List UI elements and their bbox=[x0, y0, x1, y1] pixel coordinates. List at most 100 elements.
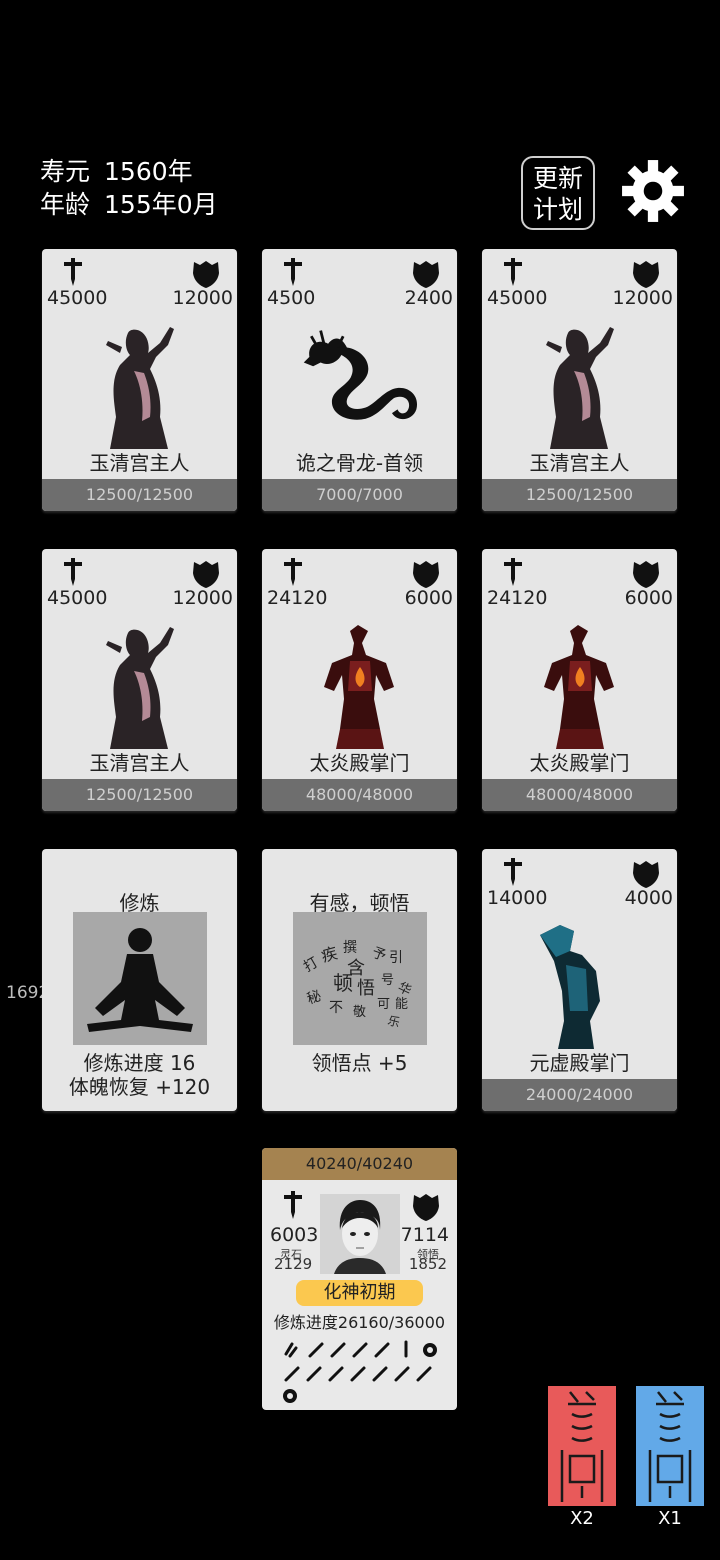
enemy-name: 太炎殿掌门 bbox=[309, 751, 410, 775]
svg-text:不: 不 bbox=[329, 1000, 343, 1016]
svg-text:悟: 悟 bbox=[357, 978, 375, 999]
insight-points: 领悟点 +5 bbox=[311, 1051, 408, 1075]
cultivate-event-card[interactable]: 修炼 修炼进度 16 体魄恢复 +120 bbox=[42, 849, 237, 1111]
age-value: 155年0月 bbox=[104, 190, 218, 219]
svg-text:撰: 撰 bbox=[343, 940, 357, 956]
svg-text:秘: 秘 bbox=[305, 988, 324, 1008]
enemy-card[interactable]: 24120 6000 太炎殿掌门 48000/48000 bbox=[482, 549, 677, 811]
shield-icon bbox=[631, 559, 661, 589]
sword-icon bbox=[282, 557, 304, 587]
enemy-card[interactable]: 45000 12000 玉清宫主人 12500/12500 bbox=[42, 549, 237, 811]
shield-icon bbox=[191, 559, 221, 589]
enemy-card[interactable]: 4500 2400 诡之骨龙-首领 7000/7000 bbox=[262, 249, 457, 511]
hp-bar: 12500/12500 bbox=[42, 779, 237, 811]
robed-cultivator-portrait bbox=[90, 621, 190, 749]
update-plan-label: 更新 计划 bbox=[532, 164, 583, 224]
sword-icon bbox=[62, 257, 84, 287]
sword-icon bbox=[282, 257, 304, 287]
shield-icon bbox=[631, 259, 661, 289]
shield-icon bbox=[631, 859, 661, 889]
blue-talisman-icon[interactable] bbox=[636, 1386, 704, 1506]
red-talisman-icon[interactable] bbox=[548, 1386, 616, 1506]
flame-master-portrait bbox=[310, 621, 410, 749]
lifespan-row: 寿元 1560年 bbox=[40, 156, 193, 188]
defense-value: 6000 bbox=[404, 587, 453, 609]
svg-text:可: 可 bbox=[377, 997, 390, 1012]
player-avatar bbox=[320, 1194, 400, 1274]
svg-text:疾: 疾 bbox=[319, 943, 339, 965]
shield-icon bbox=[191, 259, 221, 289]
lifespan-label: 寿元 bbox=[40, 157, 91, 186]
red-talisman-count: X2 bbox=[570, 1508, 594, 1529]
defense-value: 12000 bbox=[172, 287, 233, 309]
enemy-name: 玉清宫主人 bbox=[529, 451, 630, 475]
attack-value: 24120 bbox=[487, 587, 548, 609]
meditation-icon bbox=[73, 912, 207, 1045]
svg-text:乐: 乐 bbox=[386, 1013, 401, 1030]
hp-bar: 48000/48000 bbox=[262, 779, 457, 811]
attack-value: 45000 bbox=[47, 287, 108, 309]
sword-icon bbox=[62, 557, 84, 587]
skill-icons bbox=[283, 1340, 437, 1403]
enemy-name: 诡之骨龙-首领 bbox=[295, 451, 424, 475]
update-plan-button[interactable]: 更新 计划 bbox=[521, 156, 595, 230]
svg-text:顿: 顿 bbox=[333, 971, 353, 995]
player-attack: 6003 bbox=[270, 1224, 319, 1246]
calligraphy-icon: 疾 撰 予 引 打 含 顿 悟 号 华 秘 不 敬 可 能 乐 bbox=[293, 912, 427, 1045]
cultivation-progress: 修炼进度26160/36000 bbox=[273, 1313, 446, 1332]
defense-value: 6000 bbox=[624, 587, 673, 609]
svg-text:敬: 敬 bbox=[353, 1004, 366, 1020]
svg-text:引: 引 bbox=[389, 950, 403, 966]
shield-icon bbox=[411, 559, 441, 589]
shield-icon bbox=[411, 1192, 441, 1222]
enemy-name: 元虚殿掌门 bbox=[529, 1051, 630, 1075]
insight-event-card[interactable]: 有感，顿悟 疾 撰 予 引 打 含 顿 悟 号 华 秘 不 敬 可 能 乐 领悟… bbox=[262, 849, 457, 1111]
attack-value: 45000 bbox=[487, 287, 548, 309]
enemy-card[interactable]: 45000 12000 玉清宫主人 12500/12500 bbox=[482, 249, 677, 511]
hp-bar: 48000/48000 bbox=[482, 779, 677, 811]
hp-bar: 12500/12500 bbox=[482, 479, 677, 511]
age-row: 年龄 155年0月 bbox=[40, 189, 218, 221]
svg-text:予: 予 bbox=[370, 945, 389, 965]
blue-talisman-count: X1 bbox=[658, 1508, 682, 1529]
age-label: 年龄 bbox=[40, 190, 91, 219]
body-recovery: 体魄恢复 +120 bbox=[68, 1075, 211, 1099]
svg-text:打: 打 bbox=[301, 954, 322, 976]
bone-dragon-portrait bbox=[300, 321, 422, 449]
enemy-name: 玉清宫主人 bbox=[89, 451, 190, 475]
attack-value: 14000 bbox=[487, 887, 548, 909]
player-hp-bar: 40240/40240 bbox=[262, 1148, 457, 1180]
hp-bar: 24000/24000 bbox=[482, 1079, 677, 1111]
sword-icon bbox=[282, 1190, 304, 1220]
attack-value: 4500 bbox=[267, 287, 316, 309]
hp-bar: 7000/7000 bbox=[262, 479, 457, 511]
enemy-card[interactable]: 45000 12000 玉清宫主人 12500/12500 bbox=[42, 249, 237, 511]
defense-value: 4000 bbox=[624, 887, 673, 909]
enemy-name: 玉清宫主人 bbox=[89, 751, 190, 775]
fan-master-portrait bbox=[530, 921, 630, 1049]
robed-cultivator-portrait bbox=[90, 321, 190, 449]
flame-master-portrait bbox=[530, 621, 630, 749]
enemy-card[interactable]: 14000 4000 元虚殿掌门 24000/24000 bbox=[482, 849, 677, 1111]
defense-value: 12000 bbox=[172, 587, 233, 609]
realm-badge: 化神初期 bbox=[296, 1280, 423, 1306]
svg-text:能: 能 bbox=[395, 997, 408, 1012]
player-defense: 7114 bbox=[400, 1224, 449, 1246]
sword-icon bbox=[502, 857, 524, 887]
svg-text:号: 号 bbox=[381, 973, 394, 988]
insight-value: 1852 bbox=[408, 1255, 447, 1273]
spirit-stone-value: 2129 bbox=[274, 1255, 313, 1273]
sword-icon bbox=[502, 257, 524, 287]
robed-cultivator-portrait bbox=[530, 321, 630, 449]
player-card[interactable]: 40240/40240 6003 7114 灵石 2129 领悟 1852 化神… bbox=[262, 1148, 457, 1410]
attack-value: 24120 bbox=[267, 587, 328, 609]
defense-value: 2400 bbox=[404, 287, 453, 309]
lifespan-value: 1560年 bbox=[104, 157, 193, 186]
gear-icon[interactable] bbox=[620, 158, 686, 224]
sword-icon bbox=[502, 557, 524, 587]
hp-bar: 12500/12500 bbox=[42, 479, 237, 511]
defense-value: 12000 bbox=[612, 287, 673, 309]
enemy-card[interactable]: 24120 6000 太炎殿掌门 48000/48000 bbox=[262, 549, 457, 811]
attack-value: 45000 bbox=[47, 587, 108, 609]
shield-icon bbox=[411, 259, 441, 289]
